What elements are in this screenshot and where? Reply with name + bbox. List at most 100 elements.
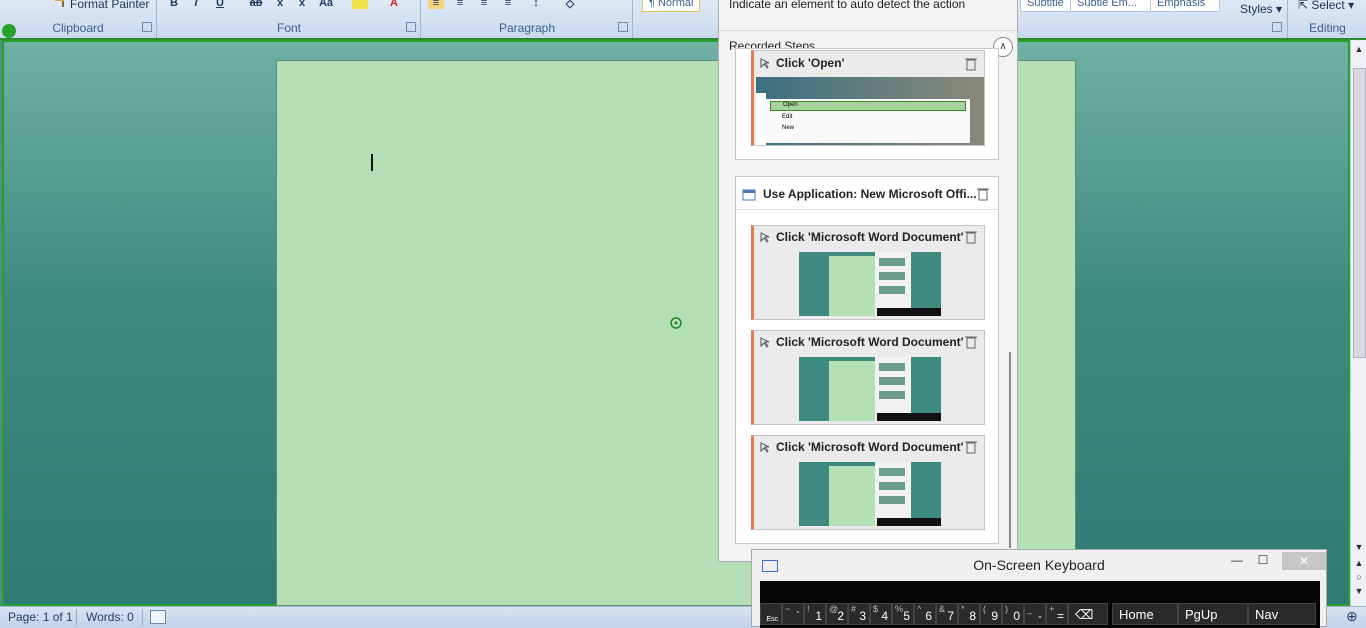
change-case-button[interactable]: Aa	[318, 0, 334, 9]
font-launcher-button[interactable]	[406, 22, 416, 32]
status-divider	[142, 609, 143, 625]
key[interactable]: ^ 6	[914, 603, 936, 625]
style-normal[interactable]: ¶ Normal	[642, 0, 701, 12]
panel-divider	[719, 30, 1017, 31]
clear-format-button[interactable]: x	[294, 0, 310, 9]
change-styles-button[interactable]: Styles ▾	[1240, 2, 1282, 16]
page-count[interactable]: Page: 1 of 1	[8, 610, 73, 624]
key-label: 0	[1013, 609, 1020, 623]
key[interactable]: % 5	[892, 603, 914, 625]
justify-icon[interactable]: ≡	[500, 0, 516, 9]
minimize-icon[interactable]: —	[1226, 553, 1248, 569]
trash-icon[interactable]	[965, 440, 977, 454]
key-top: ~	[785, 604, 791, 614]
select-label: Select	[1311, 0, 1345, 12]
key-top: &	[939, 604, 946, 614]
step-card[interactable]: Click 'Microsoft Word Document'	[751, 435, 985, 530]
step-card[interactable]: Click 'Microsoft Word Document'	[751, 330, 985, 425]
thumbnail-menu: Open Edit New	[766, 99, 970, 143]
key[interactable]: * 8	[958, 603, 980, 625]
key[interactable]: ) 0	[1002, 603, 1024, 625]
key-label: 4	[881, 609, 888, 623]
key-label: 2	[837, 609, 844, 623]
change-styles-label: Styles	[1240, 2, 1273, 16]
key-label: Esc	[766, 616, 778, 623]
application-icon	[742, 189, 756, 201]
trash-icon[interactable]	[977, 187, 989, 201]
key-top: (	[983, 604, 986, 614]
key-label: =	[1056, 609, 1064, 623]
style-emphasis[interactable]: Emphasis	[1150, 0, 1220, 12]
key-nav[interactable]: Nav	[1248, 603, 1316, 625]
browse-object-icon[interactable]: ○	[1351, 570, 1366, 584]
trash-icon[interactable]	[965, 230, 977, 244]
highlight-icon[interactable]	[352, 0, 368, 9]
step-thumbnail	[799, 357, 941, 421]
clipboard-launcher-button[interactable]	[142, 22, 152, 32]
styles-launcher-button[interactable]	[1272, 22, 1282, 32]
word-count[interactable]: Words: 0	[86, 610, 134, 624]
align-left-icon[interactable]: ≡	[428, 0, 444, 9]
key-top: ^	[917, 604, 922, 614]
panel-scrollbar[interactable]	[1009, 352, 1011, 548]
select-button[interactable]: ⇱ Select ▾	[1298, 0, 1354, 12]
align-center-icon[interactable]: ≡	[452, 0, 468, 9]
key[interactable]: @2	[826, 603, 848, 625]
step-card[interactable]: Click 'Microsoft Word Document'	[751, 225, 985, 320]
key[interactable]: #3	[848, 603, 870, 625]
line-spacing-icon[interactable]: ↕	[528, 0, 544, 9]
key-label: 9	[991, 609, 998, 623]
key[interactable]: + =	[1046, 603, 1068, 625]
maximize-icon[interactable]: ☐	[1252, 553, 1274, 569]
key-pgup[interactable]: PgUp	[1178, 603, 1248, 625]
clipboard-group: Format Painter Clipboard	[0, 0, 157, 38]
scroll-down-icon[interactable]: ▼	[1351, 540, 1366, 554]
subscript-button[interactable]: x	[272, 0, 288, 9]
key-home[interactable]: Home	[1112, 603, 1178, 625]
paragraph-launcher-button[interactable]	[618, 22, 628, 32]
zoom-in-icon[interactable]: ⊕	[1346, 608, 1358, 625]
click-icon	[760, 232, 770, 243]
recorder-panel: Indicate an element to auto detect the a…	[718, 0, 1018, 562]
click-icon	[760, 442, 770, 453]
style-subtle-emphasis[interactable]: Subtle Em...	[1070, 0, 1154, 12]
style-subtitle[interactable]: Subtitle	[1020, 0, 1074, 12]
strikethrough-button[interactable]: ab	[248, 0, 264, 9]
step-thumbnail: Open Edit New	[756, 77, 984, 145]
scroll-thumb[interactable]	[1353, 68, 1366, 358]
key[interactable]: ! 1	[804, 603, 826, 625]
font-color-icon[interactable]: A	[386, 0, 402, 9]
scroll-up-icon[interactable]: ▲	[1351, 42, 1366, 56]
key-top: $	[873, 604, 879, 614]
shading-icon[interactable]: ◇	[562, 0, 578, 10]
paragraph-group-label: Paragraph	[498, 21, 556, 35]
paintbrush-icon	[54, 0, 68, 8]
bold-button[interactable]: B	[166, 0, 182, 9]
key-top: #	[851, 604, 857, 614]
ribbon: Format Painter Clipboard B I U ab x x Aa…	[0, 0, 1366, 39]
key-backspace[interactable]: ⌫	[1068, 603, 1108, 625]
key[interactable]: _ -	[1024, 603, 1046, 625]
key-label: 8	[969, 609, 976, 623]
step-card-open[interactable]: Click 'Open' Open Edit New	[751, 50, 985, 146]
close-icon[interactable]: ✕	[1282, 552, 1326, 570]
italic-button[interactable]: I	[188, 0, 204, 9]
key[interactable]: $4	[870, 603, 892, 625]
align-right-icon[interactable]: ≡	[476, 0, 492, 9]
thumb-menu-new: New	[782, 125, 795, 131]
underline-button[interactable]: U	[212, 0, 228, 9]
key[interactable]: (9	[980, 603, 1002, 625]
next-page-icon[interactable]: ▼	[1351, 584, 1366, 598]
trash-icon[interactable]	[965, 335, 977, 349]
key-top: %	[895, 604, 904, 614]
proofing-icon[interactable]	[150, 610, 166, 624]
trash-icon[interactable]	[965, 57, 977, 71]
vertical-scrollbar[interactable]: ▲ ▼ ▲ ○ ▼	[1350, 40, 1366, 606]
key[interactable]: ~ `	[782, 603, 804, 625]
key-label: Nav	[1255, 607, 1279, 622]
key-esc[interactable]: Esc	[760, 603, 782, 625]
format-painter-button[interactable]: Format Painter	[54, 0, 149, 11]
font-group: B I U ab x x Aa A Font	[158, 0, 421, 38]
key[interactable]: & 7	[936, 603, 958, 625]
prev-page-icon[interactable]: ▲	[1351, 556, 1366, 570]
